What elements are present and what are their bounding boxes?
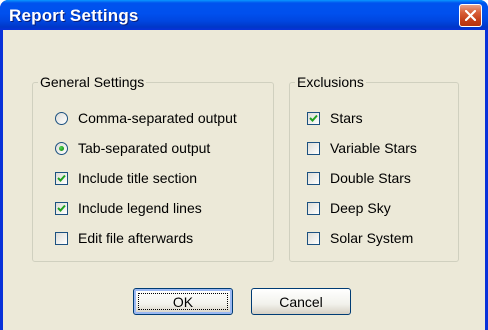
checkmark-icon [57, 204, 66, 212]
radio-button[interactable] [55, 111, 68, 125]
radio-comma-separated[interactable]: Comma-separated output [55, 108, 237, 128]
checkbox-double-stars[interactable]: Double Stars [307, 168, 411, 188]
exclusions-title: Exclusions [295, 74, 366, 90]
exclusions-group: Exclusions Stars Variable Stars Double S… [289, 74, 459, 262]
option-label: Edit file afterwards [78, 230, 194, 246]
checkbox-solar-system[interactable]: Solar System [307, 228, 413, 248]
ok-button[interactable]: OK [133, 288, 233, 315]
radio-button[interactable] [55, 141, 68, 155]
option-label: Solar System [330, 230, 414, 246]
checkbox-variable-stars[interactable]: Variable Stars [307, 138, 417, 158]
option-label: Variable Stars [330, 140, 417, 156]
dialog-body: General Settings Comma-separated output … [3, 30, 485, 330]
option-label: Double Stars [330, 170, 411, 186]
checkbox[interactable] [307, 171, 320, 185]
window-title: Report Settings [9, 6, 139, 25]
checkbox[interactable] [55, 201, 68, 215]
checkbox-include-title-section[interactable]: Include title section [55, 168, 197, 188]
general-settings-title: General Settings [38, 74, 147, 90]
checkbox-stars[interactable]: Stars [307, 108, 363, 128]
checkbox-edit-file-afterwards[interactable]: Edit file afterwards [55, 228, 193, 248]
general-settings-group: General Settings Comma-separated output … [32, 74, 274, 262]
option-label: Comma-separated output [78, 110, 237, 126]
checkbox[interactable] [55, 231, 68, 245]
checkbox[interactable] [307, 201, 320, 215]
checkmark-icon [57, 174, 66, 182]
option-label: Include legend lines [78, 200, 202, 216]
cancel-button-label: Cancel [279, 293, 323, 310]
checkbox[interactable] [55, 171, 68, 185]
checkbox[interactable] [307, 141, 320, 155]
close-button[interactable] [459, 4, 482, 27]
option-label: Stars [330, 110, 363, 126]
checkbox-deep-sky[interactable]: Deep Sky [307, 198, 391, 218]
cancel-button[interactable]: Cancel [251, 288, 351, 315]
radio-tab-separated[interactable]: Tab-separated output [55, 138, 210, 158]
checkmark-icon [309, 114, 318, 122]
ok-button-label: OK [172, 293, 194, 310]
checkbox[interactable] [307, 231, 320, 245]
option-label: Include title section [78, 170, 198, 186]
report-settings-dialog: Report Settings General Settings Comma-s… [0, 0, 488, 330]
checkbox-include-legend-lines[interactable]: Include legend lines [55, 198, 202, 218]
option-label: Deep Sky [330, 200, 391, 216]
close-icon [465, 10, 476, 21]
checkbox[interactable] [307, 111, 320, 125]
title-bar[interactable]: Report Settings [0, 0, 488, 30]
option-label: Tab-separated output [78, 140, 211, 156]
radio-selected-dot [59, 145, 64, 151]
